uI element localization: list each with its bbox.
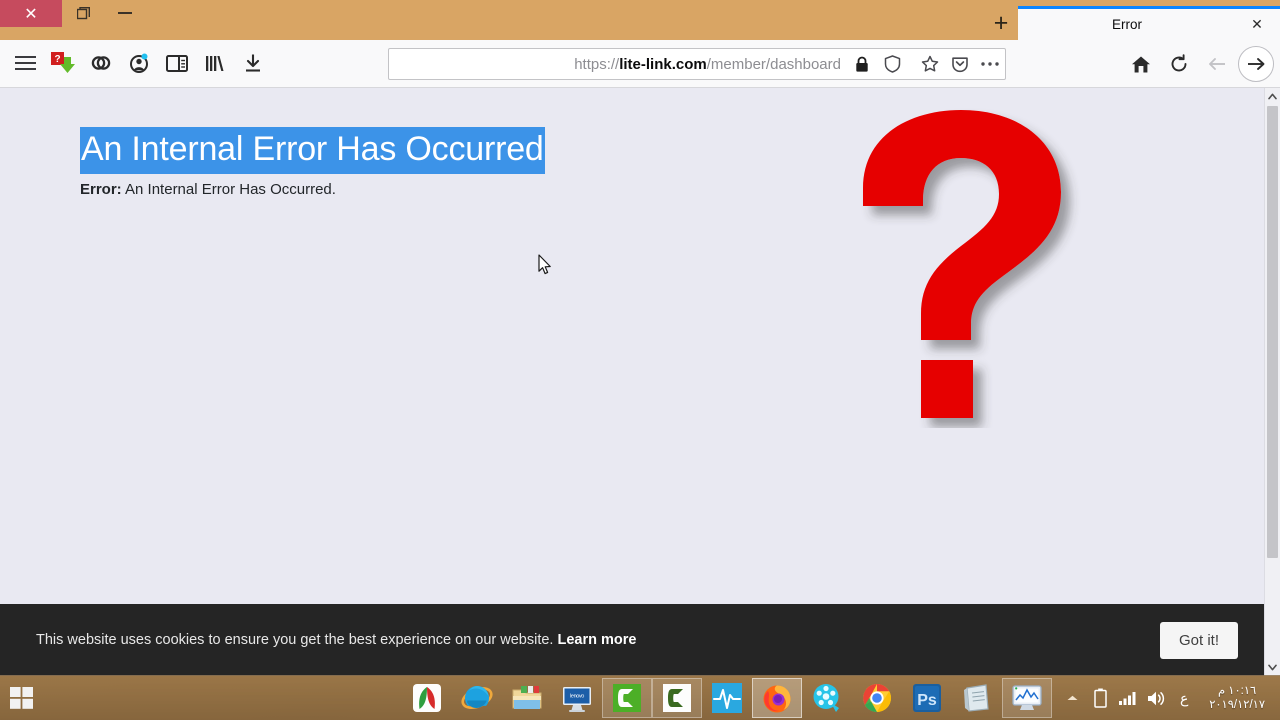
reload-button[interactable]	[1162, 47, 1196, 81]
taskbar-app-lenovo[interactable]: lenovo	[552, 678, 602, 718]
idm-icon	[413, 684, 442, 712]
tray-ime-icon[interactable]: ع	[1172, 683, 1196, 713]
error-label: Error:	[80, 181, 122, 198]
forward-button[interactable]	[1200, 47, 1234, 81]
bookmark-star-icon[interactable]	[915, 49, 945, 79]
notepad-icon	[964, 684, 989, 712]
taskbar-app-activity-monitor[interactable]	[702, 678, 752, 718]
idm-extension-icon[interactable]: ?	[46, 46, 80, 80]
browser-tab-strip: ✕ + ✕ Error	[0, 0, 1280, 40]
taskbar-app-buttons: Ps lenovo	[402, 676, 1053, 720]
plus-icon: +	[993, 8, 1009, 37]
taskbar-app-photoshop[interactable]: Ps	[902, 678, 952, 718]
camtasia-recorder-icon	[613, 684, 642, 712]
minimize-icon	[118, 12, 132, 14]
taskbar-app-notepad[interactable]	[952, 678, 1002, 718]
windows-logo-icon	[10, 687, 33, 709]
lenovo-monitor-icon: lenovo	[563, 687, 592, 712]
scroll-up-button[interactable]	[1265, 88, 1280, 105]
chrome-icon	[863, 684, 892, 712]
taskbar-app-file-explorer[interactable]	[502, 678, 552, 718]
pocket-icon[interactable]	[945, 49, 975, 79]
cookie-accept-button[interactable]: Got it!	[1159, 621, 1238, 659]
start-button[interactable]	[0, 676, 44, 720]
page-content: An Internal Error Has Occurred Error: An…	[0, 88, 1264, 676]
hamburger-menu-icon[interactable]	[8, 46, 42, 80]
sidebar-toggle-icon[interactable]	[160, 46, 194, 80]
cookie-consent-banner: This website uses cookies to ensure you …	[0, 604, 1264, 676]
taskbar-app-chrome[interactable]	[852, 678, 902, 718]
scrollbar-thumb[interactable]	[1267, 106, 1278, 558]
error-detail-text: Error: An Internal Error Has Occurred.	[80, 181, 336, 198]
arrow-right-icon	[1247, 58, 1264, 70]
page-viewport: An Internal Error Has Occurred Error: An…	[0, 88, 1280, 676]
page-title: An Internal Error Has Occurred	[80, 127, 545, 175]
page-scrollbar[interactable]	[1264, 88, 1280, 676]
url-bar[interactable]: https://lite-link.com/member/dashboard	[388, 48, 1006, 80]
chevron-up-icon	[1268, 93, 1277, 100]
clock-date: ٢٠١٩/١٢/١٧	[1209, 699, 1265, 711]
arrow-left-icon	[1208, 58, 1225, 70]
chevron-down-icon	[1268, 664, 1277, 671]
account-icon[interactable]	[122, 46, 156, 80]
reload-icon	[1171, 54, 1187, 72]
taskbar-app-system-monitor[interactable]	[1002, 678, 1053, 718]
close-icon: ✕	[24, 5, 38, 23]
taskbar-app-camtasia-recorder[interactable]	[602, 678, 653, 718]
system-monitor-icon	[1012, 685, 1042, 710]
window-close-button[interactable]: ✕	[0, 0, 62, 27]
cookie-message: This website uses cookies to ensure you …	[36, 632, 554, 648]
cookie-banner-text: This website uses cookies to ensure you …	[36, 632, 1160, 648]
tray-volume-icon[interactable]	[1144, 683, 1168, 713]
tray-show-hidden-icon[interactable]	[1060, 683, 1084, 713]
new-tab-button[interactable]: +	[984, 8, 1018, 38]
tray-battery-icon[interactable]	[1088, 683, 1112, 713]
firefox-window: ✕ + ✕ Error ? https://lite-link.com/memb…	[0, 0, 1280, 676]
toolbar-navigation-group	[1124, 46, 1274, 82]
cookie-learn-more-link[interactable]: Learn more	[558, 632, 637, 648]
system-tray: ١٠:١٦ م ٢٠١٩/١٢/١٧ ع	[1056, 676, 1280, 720]
scroll-down-button[interactable]	[1265, 659, 1280, 676]
window-minimize-button[interactable]	[104, 0, 146, 27]
error-message: An Internal Error Has Occurred.	[125, 181, 336, 198]
film-reel-icon	[813, 684, 840, 712]
taskbar-app-internet-explorer[interactable]	[452, 678, 502, 718]
internet-explorer-icon	[461, 686, 493, 709]
svg-text:?: ?	[54, 54, 60, 65]
toolbar-left-icon-group: ?	[8, 46, 270, 80]
taskbar-app-idm[interactable]	[402, 678, 452, 718]
page-actions-icon[interactable]	[975, 49, 1005, 79]
firefox-icon	[763, 685, 791, 713]
taskbar-app-firefox[interactable]	[752, 678, 803, 718]
folder-icon	[512, 686, 542, 709]
home-icon	[1132, 56, 1150, 72]
windows-taskbar: ١٠:١٦ م ٢٠١٩/١٢/١٧ ع Ps lenovo	[0, 675, 1280, 720]
browser-tab-error[interactable]: ✕ Error	[1018, 6, 1280, 40]
photoshop-icon: Ps	[913, 684, 942, 712]
clock-time: ١٠:١٦ م	[1217, 684, 1257, 697]
taskbar-app-camtasia-editor[interactable]	[652, 678, 703, 718]
library-icon[interactable]	[198, 46, 232, 80]
tray-network-icon[interactable]	[1116, 683, 1140, 713]
home-button[interactable]	[1124, 47, 1158, 81]
camtasia-editor-icon	[663, 684, 692, 712]
tracking-protection-icon[interactable]	[877, 49, 907, 79]
question-mark-illustration	[863, 110, 1061, 418]
taskbar-app-media-player[interactable]	[802, 678, 852, 718]
downloads-icon[interactable]	[236, 46, 270, 80]
url-text: https://lite-link.com/member/dashboard	[574, 55, 841, 73]
urlbar-action-icons	[907, 49, 1005, 79]
svg-text:Ps: Ps	[917, 692, 937, 709]
tab-close-icon[interactable]: ✕	[1248, 16, 1266, 33]
link-extension-icon[interactable]	[84, 46, 118, 80]
lock-icon[interactable]	[847, 49, 877, 79]
taskbar-clock[interactable]: ١٠:١٦ م ٢٠١٩/١٢/١٧	[1200, 684, 1274, 713]
window-restore-button[interactable]	[62, 0, 104, 27]
back-button[interactable]	[1238, 46, 1274, 82]
pulse-icon	[712, 683, 743, 713]
browser-navigation-toolbar: ? https://lite-link.com/member/dashboard	[0, 40, 1280, 88]
tab-title: Error	[1112, 17, 1142, 32]
restore-icon	[76, 7, 90, 20]
svg-text:lenovo: lenovo	[570, 694, 584, 700]
